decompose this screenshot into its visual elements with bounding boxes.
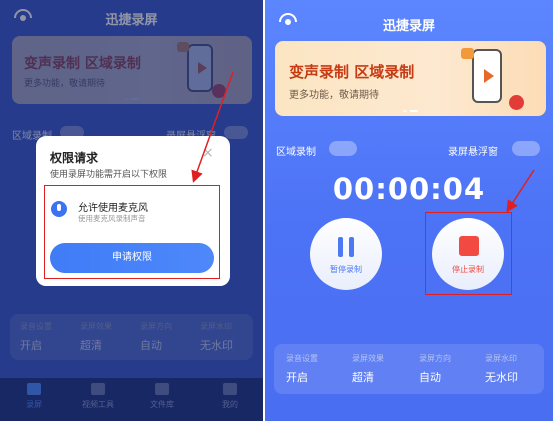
setting-label: 录屏方向 (419, 354, 451, 363)
setting-value: 自动 (419, 371, 441, 384)
right-screen-recording: 迅捷录屏 变声录制 区域录制 更多功能，敬请期待 区域录制 录屏悬浮窗 00:0… (265, 0, 553, 421)
banner-subline: 更多功能，敬请期待 (289, 90, 379, 101)
region-record-toggle[interactable] (329, 141, 357, 156)
promo-banner[interactable]: 变声录制 区域录制 更多功能，敬请期待 (275, 41, 546, 116)
phone-illustration-icon (472, 49, 502, 103)
float-window-label: 录屏悬浮窗 (448, 147, 498, 158)
pause-icon (338, 237, 354, 257)
dialog-subtitle: 使用录屏功能需开启以下权限 (50, 170, 168, 180)
play-icon (484, 69, 494, 83)
setting-label: 录屏水印 (485, 354, 517, 363)
dialog-title: 权限请求 (50, 151, 99, 165)
setting-value: 超清 (352, 371, 374, 384)
close-icon[interactable]: × (202, 146, 214, 160)
region-record-label: 区域录制 (276, 147, 316, 158)
recording-timer: 00:00:04 (332, 172, 486, 206)
pause-record-button[interactable]: 暂停录制 (310, 218, 382, 290)
highlight-box-stop (425, 212, 512, 295)
setting-label: 录屏效果 (352, 354, 384, 363)
app-title: 迅捷录屏 (382, 19, 435, 34)
banner-headline: 变声录制 区域录制 (289, 63, 415, 81)
float-window-toggle[interactable] (512, 141, 540, 156)
setting-audio[interactable]: 录音设置 开启 (286, 353, 318, 385)
setting-watermark[interactable]: 录屏水印 无水印 (485, 353, 518, 385)
setting-value: 无水印 (485, 371, 518, 384)
mic-bubble-icon (461, 48, 474, 59)
banner-pager (403, 110, 418, 112)
pause-label: 暂停录制 (330, 265, 362, 274)
setting-orientation[interactable]: 录屏方向 自动 (419, 353, 451, 385)
record-dot-icon (509, 95, 524, 110)
highlight-box-permission (44, 185, 220, 279)
screenshot-comparison: 迅捷录屏 变声录制 区域录制 更多功能，敬请期待 区域录制 录屏悬浮窗 录音设置… (0, 0, 553, 421)
setting-value: 开启 (286, 371, 308, 384)
setting-label: 录音设置 (286, 354, 318, 363)
setting-quality[interactable]: 录屏效果 超清 (352, 353, 384, 385)
settings-panel: 录音设置 开启 录屏效果 超清 录屏方向 自动 录屏水印 无水印 (274, 344, 544, 394)
